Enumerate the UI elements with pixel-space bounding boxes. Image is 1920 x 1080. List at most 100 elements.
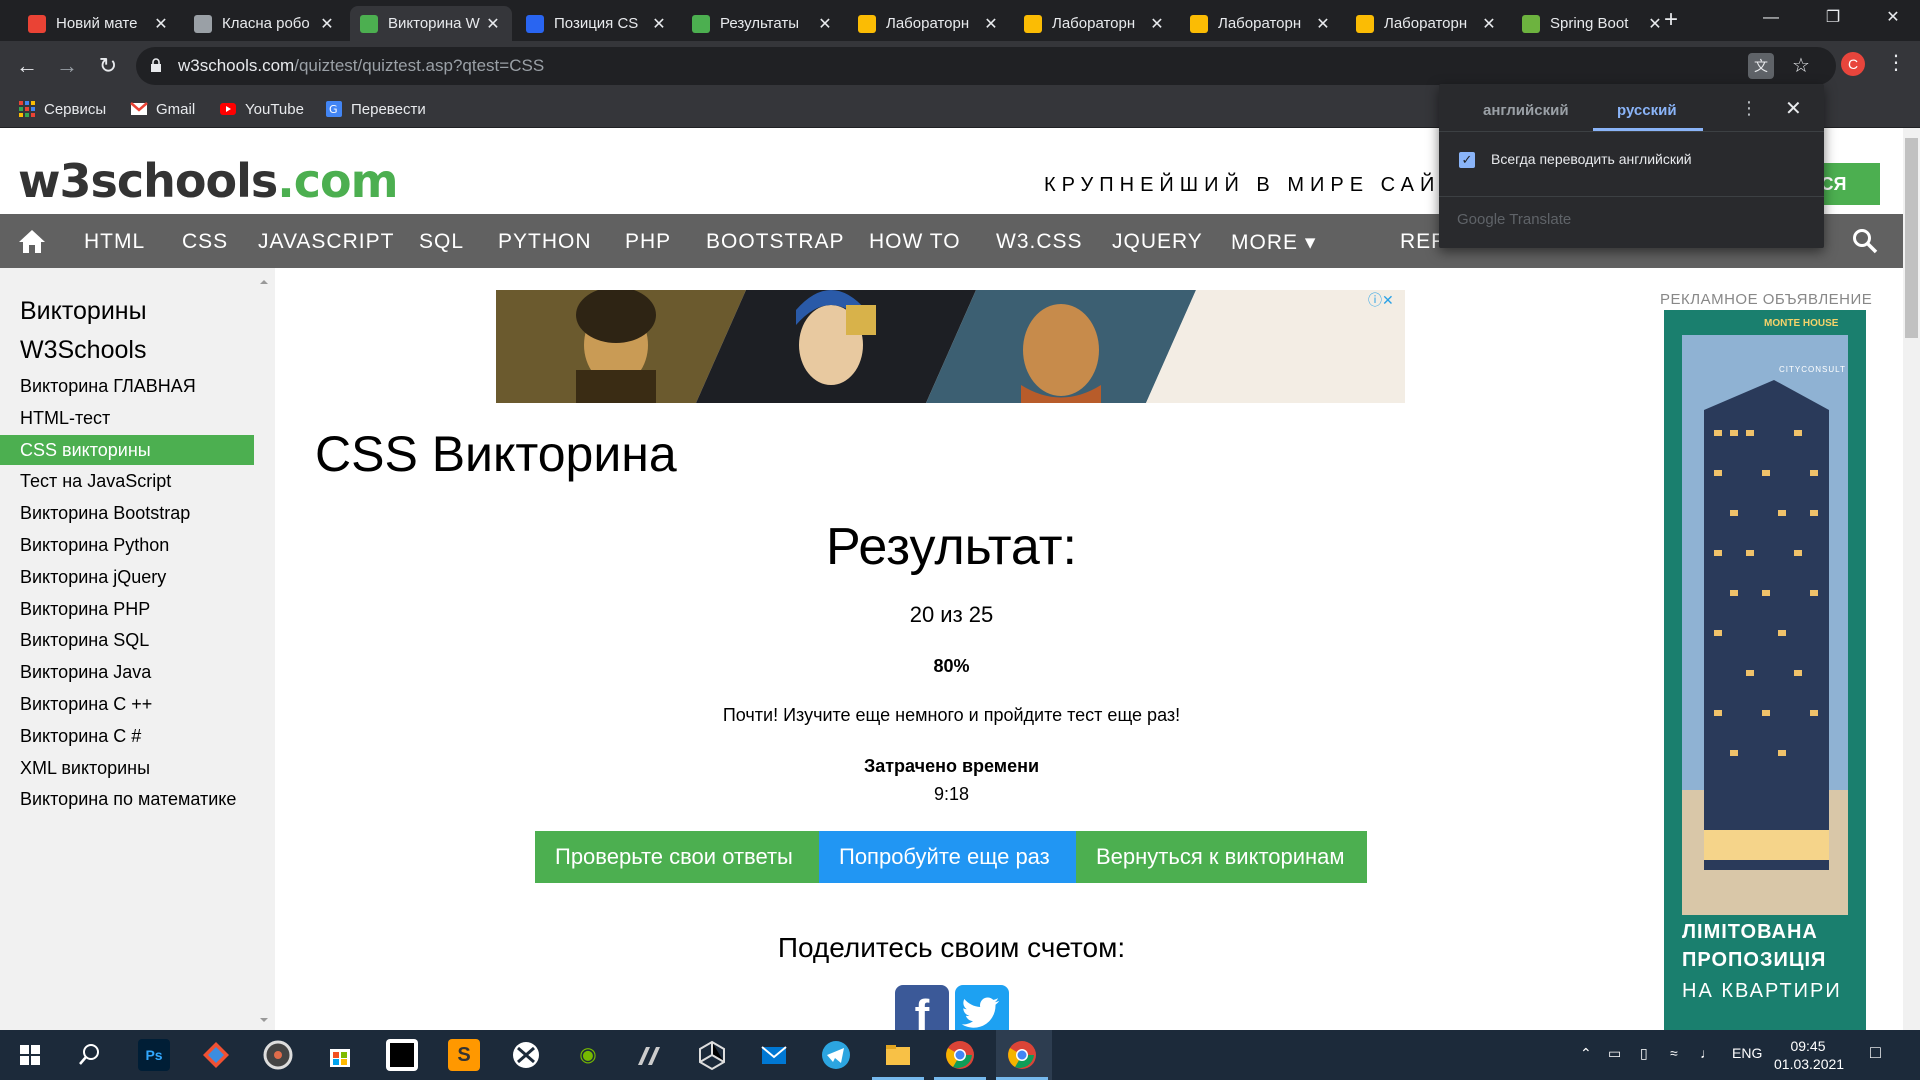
mail-icon[interactable] [758, 1039, 790, 1071]
sidebar-scrollbar[interactable] [258, 276, 270, 1026]
nvidia-icon[interactable]: ◉ [572, 1039, 604, 1071]
back-arrow-icon[interactable]: ← [12, 51, 42, 81]
tab-close-icon[interactable]: ✕ [982, 14, 1000, 34]
browser-tab[interactable]: Лабораторн ✕ [1014, 6, 1176, 41]
browser-tab[interactable]: Spring Boot ✕ [1512, 6, 1674, 41]
chevron-up-icon[interactable]: ⌃ [1580, 1045, 1592, 1062]
browser-tab[interactable]: Класна робо ✕ [184, 6, 346, 41]
check-answers-button[interactable]: Проверьте свои ответы [535, 831, 819, 883]
ea-app-icon[interactable] [634, 1039, 666, 1071]
telegram-icon[interactable] [820, 1039, 852, 1071]
home-icon[interactable] [18, 228, 46, 254]
language-indicator[interactable]: ENG [1732, 1045, 1762, 1061]
right-ad[interactable]: MONTE HOUSE CITYCONSULT ЛІМІТОВАНА ПРОПОЗ… [1664, 310, 1866, 1030]
system-clock[interactable]: 09:45 01.03.2021 [1774, 1037, 1844, 1073]
search-icon[interactable] [1852, 228, 1878, 254]
sourcetree-icon[interactable] [200, 1039, 232, 1071]
scrollbar-thumb[interactable] [1905, 138, 1918, 338]
nav-item[interactable]: W3.CSS [996, 230, 1083, 254]
bookmark-youtube[interactable]: YouTube [219, 98, 304, 120]
browser-tab[interactable]: Лабораторн ✕ [848, 6, 1010, 41]
file-explorer-icon[interactable] [882, 1039, 914, 1071]
nav-item[interactable]: PYTHON [498, 230, 592, 254]
sidebar-link[interactable]: Тест на JavaScript [0, 466, 254, 496]
tab-close-icon[interactable]: ✕ [650, 14, 668, 34]
intellij-icon[interactable] [386, 1039, 418, 1071]
notifications-icon[interactable]: □ [1870, 1042, 1881, 1063]
bookmark-label: Gmail [156, 100, 196, 118]
sidebar-link[interactable]: HTML-тест [0, 403, 254, 433]
nav-item[interactable]: PHP [625, 230, 671, 254]
reload-icon[interactable]: ↻ [93, 51, 123, 81]
translate-page-icon[interactable]: 文 [1748, 53, 1774, 79]
page-scrollbar[interactable] [1903, 128, 1920, 1030]
tab-close-icon[interactable]: ✕ [318, 14, 336, 34]
chrome-icon[interactable] [1006, 1039, 1038, 1071]
bookmark-gmail[interactable]: Gmail [130, 98, 195, 120]
bookmark-star-icon[interactable]: ☆ [1788, 53, 1814, 79]
bookmark-translate[interactable]: G Перевести [325, 98, 426, 120]
new-tab-button[interactable]: + [1658, 6, 1684, 36]
address-bar[interactable]: w3schools.com/quiztest/quiztest.asp?qtes… [136, 47, 1836, 85]
nav-item[interactable]: CSS [182, 230, 228, 254]
volume-icon[interactable]: ♩ [1700, 1045, 1714, 1061]
sidebar-link[interactable]: Викторина SQL [0, 625, 254, 655]
photoshop-icon[interactable]: Ps [138, 1039, 170, 1071]
tab-close-icon[interactable]: ✕ [152, 14, 170, 34]
browser-tab[interactable]: Позиция CS ✕ [516, 6, 678, 41]
browser-menu-icon[interactable]: ⋮ [1886, 50, 1906, 78]
battery-icon[interactable]: ▭ [1608, 1045, 1621, 1062]
tab-close-icon[interactable]: ✕ [816, 14, 834, 34]
ad-banner[interactable] [496, 290, 1405, 403]
tab-close-icon[interactable]: ✕ [484, 14, 502, 34]
retry-quiz-button[interactable]: Попробуйте еще раз [819, 831, 1076, 883]
w3schools-logo[interactable]: w3schools.com [18, 154, 399, 208]
translate-icon: G [326, 101, 342, 117]
paintings-ad-image [496, 290, 1405, 403]
unity-icon[interactable] [696, 1039, 728, 1071]
sidebar-link[interactable]: CSS викторины [0, 435, 254, 465]
minimize-icon[interactable]: — [1748, 0, 1794, 36]
ad-choices-close-icon[interactable]: ⓘ✕ [1368, 290, 1394, 310]
browser-tab[interactable]: Лабораторн ✕ [1180, 6, 1342, 41]
tab-close-icon[interactable]: ✕ [1480, 14, 1498, 34]
close-icon[interactable]: ✕ [1785, 96, 1802, 121]
maximize-icon[interactable]: ❐ [1810, 0, 1856, 36]
nav-item[interactable]: JQUERY [1112, 230, 1203, 254]
search-icon[interactable] [74, 1039, 106, 1071]
chrome-icon[interactable] [944, 1039, 976, 1071]
wifi-icon[interactable]: ≈ [1670, 1045, 1678, 1061]
disk-app-icon[interactable] [262, 1039, 294, 1071]
target-language-tab[interactable]: русский [1617, 102, 1677, 119]
xbox-icon[interactable] [510, 1039, 542, 1071]
back-to-quizzes-button[interactable]: Вернуться к викторинам [1076, 831, 1367, 883]
source-language-tab[interactable]: английский [1483, 102, 1569, 119]
nav-item[interactable]: BOOTSTRAP [706, 230, 845, 254]
sidebar-link[interactable]: Викторина ГЛАВНАЯ [0, 371, 254, 401]
always-translate-checkbox[interactable]: ✓ [1459, 152, 1475, 168]
browser-tab[interactable]: Викторина W ✕ [350, 6, 512, 41]
more-options-icon[interactable]: ⋮ [1740, 98, 1758, 119]
address-text[interactable]: w3schools.com/quiztest/quiztest.asp?qtes… [178, 56, 544, 76]
browser-tab[interactable]: Лабораторн ✕ [1346, 6, 1508, 41]
nav-item[interactable]: SQL [419, 230, 464, 254]
windows-start-icon[interactable] [14, 1039, 46, 1071]
browser-tab[interactable]: Новий мате ✕ [18, 6, 180, 41]
nav-item[interactable]: MORE ▾ [1231, 230, 1316, 255]
ad-brand: CITYCONSULT [1779, 365, 1846, 374]
tab-close-icon[interactable]: ✕ [1314, 14, 1332, 34]
nav-item[interactable]: HTML [84, 230, 145, 254]
browser-tab[interactable]: Результаты ✕ [682, 6, 844, 41]
twitter-share-icon[interactable] [955, 985, 1009, 1030]
facebook-share-icon[interactable]: f [895, 985, 949, 1030]
store-icon[interactable] [324, 1039, 356, 1071]
nav-item[interactable]: HOW TO [869, 230, 961, 254]
tab-close-icon[interactable]: ✕ [1148, 14, 1166, 34]
sublime-text-icon[interactable]: S [448, 1039, 480, 1071]
bookmark-services[interactable]: Сервисы [18, 98, 106, 120]
usb-icon[interactable]: ▯ [1640, 1045, 1648, 1062]
profile-avatar[interactable]: C [1841, 52, 1865, 76]
close-window-icon[interactable]: ✕ [1870, 0, 1916, 36]
forward-arrow-icon[interactable]: → [52, 51, 82, 81]
nav-item[interactable]: JAVASCRIPT [258, 230, 394, 254]
